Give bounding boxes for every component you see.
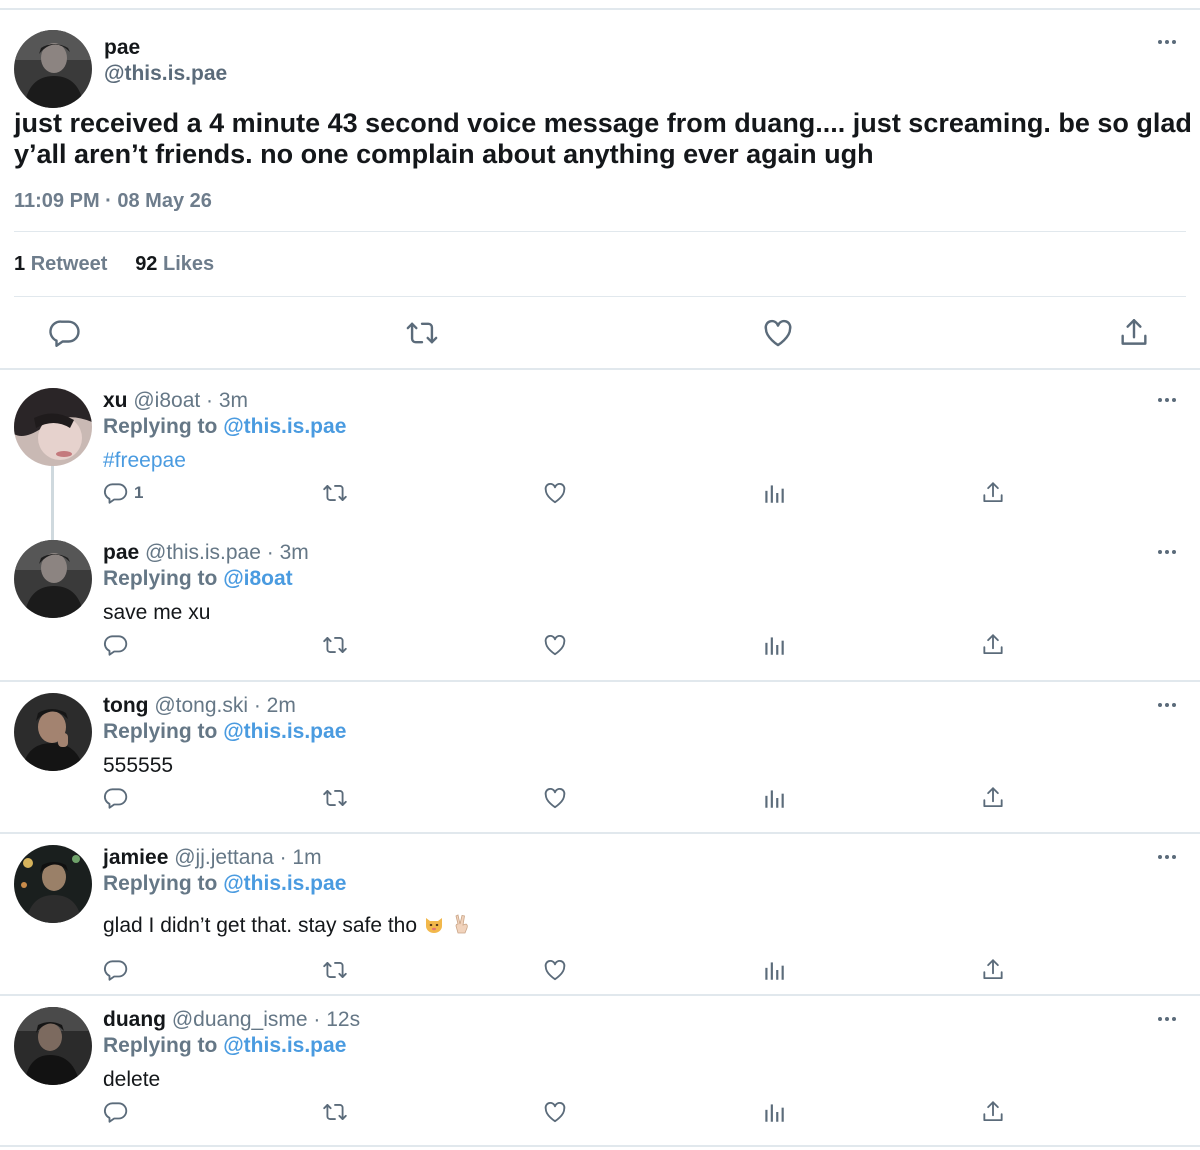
stats-icon[interactable] bbox=[761, 480, 787, 506]
retweet-icon[interactable] bbox=[322, 1099, 348, 1125]
mention-link[interactable]: @this.is.pae bbox=[223, 872, 346, 895]
share-icon[interactable] bbox=[980, 1099, 1006, 1125]
author-name[interactable]: pae bbox=[104, 36, 140, 60]
main-tweet: pae @this.is.pae just received a 4 minut… bbox=[0, 10, 1200, 368]
replying-to: Replying to @this.is.pae bbox=[103, 415, 347, 438]
retweet-icon[interactable] bbox=[322, 957, 348, 983]
share-icon[interactable] bbox=[980, 480, 1006, 506]
avatar[interactable] bbox=[14, 388, 92, 466]
mention-link[interactable]: @this.is.pae bbox=[223, 720, 346, 743]
share-icon[interactable] bbox=[980, 785, 1006, 811]
like-icon[interactable] bbox=[542, 480, 568, 506]
avatar[interactable] bbox=[14, 1007, 92, 1085]
avatar[interactable] bbox=[14, 845, 92, 923]
reply-icon[interactable] bbox=[103, 632, 129, 658]
more-options-icon[interactable] bbox=[1158, 40, 1176, 44]
more-options-icon[interactable] bbox=[1158, 855, 1176, 859]
reply-author-name[interactable]: tong bbox=[103, 694, 148, 717]
more-options-icon[interactable] bbox=[1158, 703, 1176, 707]
share-icon[interactable] bbox=[1117, 316, 1151, 350]
like-icon[interactable] bbox=[542, 957, 568, 983]
reply-header: jamiee @jj.jettana · 1m bbox=[103, 846, 322, 870]
reply-author-handle[interactable]: @jj.jettana · 1m bbox=[174, 846, 321, 869]
tweet-stats: 1 Retweet 92 Likes bbox=[14, 253, 214, 276]
avatar[interactable] bbox=[14, 693, 92, 771]
stats-icon[interactable] bbox=[761, 785, 787, 811]
mention-link[interactable]: @this.is.pae bbox=[223, 415, 346, 438]
mention-link[interactable]: @this.is.pae bbox=[223, 1034, 346, 1057]
more-options-icon[interactable] bbox=[1158, 398, 1176, 402]
reply-author-name[interactable]: jamiee bbox=[103, 846, 168, 869]
retweet-stat[interactable]: 1 Retweet bbox=[14, 253, 107, 275]
mention-link[interactable]: @i8oat bbox=[223, 567, 293, 590]
reply-count: 1 bbox=[134, 483, 144, 502]
victory-hand-icon bbox=[455, 914, 468, 934]
reply-button[interactable]: 1 bbox=[103, 480, 143, 506]
reply-author-name[interactable]: duang bbox=[103, 1008, 166, 1031]
reply-tweet: pae @this.is.pae · 3m Replying to @i8oat… bbox=[0, 522, 1200, 680]
stats-icon[interactable] bbox=[761, 1099, 787, 1125]
replying-to: Replying to @this.is.pae bbox=[103, 720, 347, 743]
reply-text: delete bbox=[103, 1068, 161, 1091]
retweet-icon[interactable] bbox=[405, 316, 439, 350]
reply-text: save me xu bbox=[103, 601, 211, 624]
reply-icon[interactable] bbox=[103, 785, 129, 811]
reply-icon[interactable] bbox=[103, 957, 129, 983]
retweet-icon[interactable] bbox=[322, 632, 348, 658]
divider bbox=[14, 296, 1186, 297]
reply-icon[interactable] bbox=[103, 1099, 129, 1125]
tweet-timestamp[interactable]: 11:09 PM · 08 May 26 bbox=[14, 190, 212, 213]
retweet-icon[interactable] bbox=[322, 480, 348, 506]
like-icon[interactable] bbox=[542, 785, 568, 811]
hashtag-link[interactable]: #freepae bbox=[103, 449, 186, 473]
replying-to: Replying to @this.is.pae bbox=[103, 1034, 347, 1057]
reply-header: xu @i8oat · 3m bbox=[103, 389, 248, 413]
like-icon[interactable] bbox=[542, 632, 568, 658]
reply-header: tong @tong.ski · 2m bbox=[103, 694, 296, 718]
divider bbox=[14, 231, 1186, 232]
reply-author-handle[interactable]: @duang_isme · 12s bbox=[172, 1008, 360, 1031]
retweet-icon[interactable] bbox=[322, 785, 348, 811]
reply-text: 555555 bbox=[103, 754, 174, 777]
cat-face-icon bbox=[425, 918, 442, 933]
like-icon[interactable] bbox=[761, 316, 795, 350]
author-handle[interactable]: @this.is.pae bbox=[104, 62, 227, 86]
reply-text: glad I didn’t get that. stay safe tho bbox=[103, 913, 473, 938]
like-stat[interactable]: 92 Likes bbox=[135, 253, 214, 275]
reply-author-handle[interactable]: @tong.ski · 2m bbox=[154, 694, 296, 717]
replying-to: Replying to @i8oat bbox=[103, 567, 293, 590]
reply-author-handle[interactable]: @this.is.pae · 3m bbox=[145, 541, 309, 564]
more-options-icon[interactable] bbox=[1158, 550, 1176, 554]
replying-to: Replying to @this.is.pae bbox=[103, 872, 347, 895]
reply-tweet: xu @i8oat · 3m Replying to @this.is.pae … bbox=[0, 370, 1200, 530]
reply-tweet: duang @duang_isme · 12s Replying to @thi… bbox=[0, 989, 1200, 1147]
more-options-icon[interactable] bbox=[1158, 1017, 1176, 1021]
share-icon[interactable] bbox=[980, 632, 1006, 658]
reply-tweet: jamiee @jj.jettana · 1m Replying to @thi… bbox=[0, 827, 1200, 995]
stats-icon[interactable] bbox=[761, 957, 787, 983]
reply-author-handle[interactable]: @i8oat · 3m bbox=[133, 389, 248, 412]
reply-author-name[interactable]: pae bbox=[103, 541, 139, 564]
reply-icon[interactable] bbox=[48, 316, 82, 350]
tweet-text: just received a 4 minute 43 second voice… bbox=[14, 108, 1192, 169]
reply-tweet: tong @tong.ski · 2m Replying to @this.is… bbox=[0, 675, 1200, 833]
reply-author-name[interactable]: xu bbox=[103, 389, 128, 412]
avatar[interactable] bbox=[14, 540, 92, 618]
reply-header: duang @duang_isme · 12s bbox=[103, 1008, 360, 1032]
stats-icon[interactable] bbox=[761, 632, 787, 658]
share-icon[interactable] bbox=[980, 957, 1006, 983]
divider bbox=[0, 1145, 1200, 1147]
like-icon[interactable] bbox=[542, 1099, 568, 1125]
reply-icon bbox=[103, 480, 129, 506]
avatar[interactable] bbox=[14, 30, 92, 108]
reply-header: pae @this.is.pae · 3m bbox=[103, 541, 309, 565]
